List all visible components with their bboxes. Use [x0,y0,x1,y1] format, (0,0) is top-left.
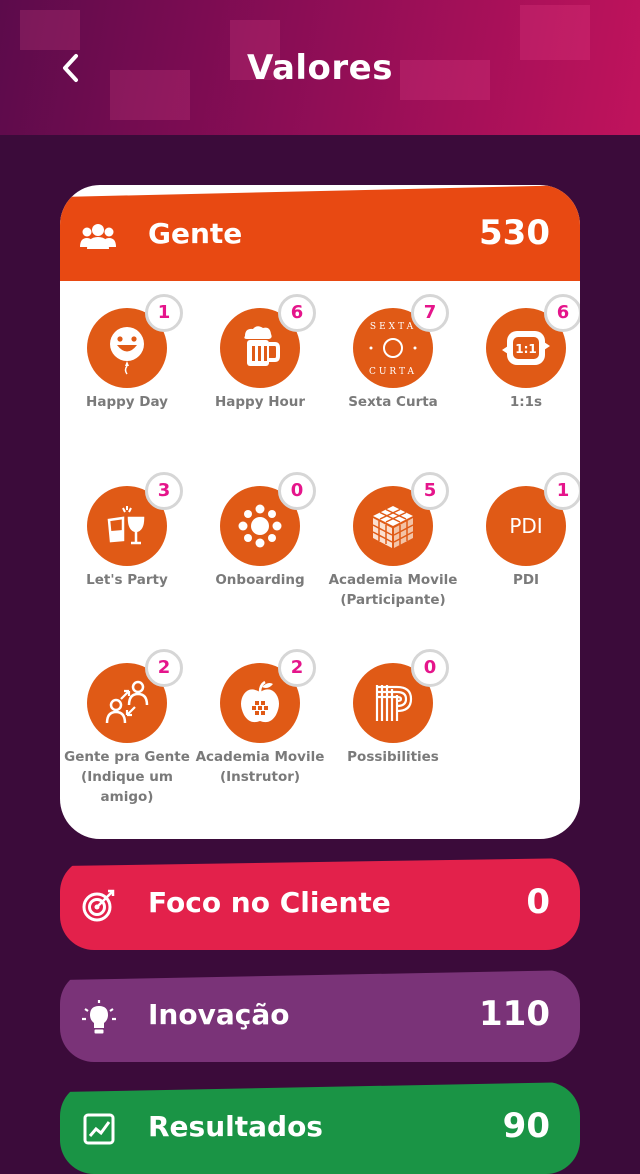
header-pattern [20,10,80,50]
badge-count: 6 [278,294,316,332]
badge-count: 0 [278,472,316,510]
badge-label: Onboarding [215,572,305,588]
badge-label: Let's Party [86,572,168,588]
users-icon [80,224,116,249]
badge-count: 0 [411,649,449,687]
badge-count: 7 [411,294,449,332]
lightbulb-icon [82,1000,116,1034]
category-foco-no-cliente[interactable]: Foco no Cliente 0 [60,858,580,950]
badge-label: PDI [512,572,540,588]
svg-text:SEXTA: SEXTA [370,322,416,332]
badge-label: Possibilities [347,749,439,765]
badge-label: Happy Day [86,394,168,410]
category-score: 0 [526,882,550,922]
category-title: Resultados [148,1110,323,1143]
target-icon [82,889,115,922]
badge-count: 2 [278,649,316,687]
category-score: 90 [502,1106,550,1146]
badge-count: 2 [145,649,183,687]
gente-card-header[interactable]: Gente 530 [60,185,580,281]
category-score: 110 [479,994,550,1034]
category-inovacao[interactable]: Inovação 110 [60,970,580,1062]
svg-text:CURTA: CURTA [369,367,417,377]
header-bar: Valores [0,0,640,135]
gente-card: Gente 530 1 Happy Day 6 Happy Hour SEXTA… [60,185,580,839]
category-title: Foco no Cliente [148,886,391,919]
category-title: Inovação [148,998,290,1031]
gente-score: 530 [479,213,550,253]
badge-label: Sexta Curta [348,394,438,410]
svg-text:1:1: 1:1 [515,342,537,356]
chart-icon [83,1113,115,1145]
gente-title: Gente [148,217,243,250]
badge-count: 3 [145,472,183,510]
badge-label: Academia Movile (Participante) [328,572,458,608]
badge-label: Happy Hour [214,394,306,410]
badge-label: Academia Movile (Instrutor) [195,749,325,785]
page-title: Valores [247,48,393,88]
badge-count: 5 [411,472,449,510]
badge-count: 1 [145,294,183,332]
badge-label: 1:1s [509,394,543,410]
badge-count: 1 [544,472,580,510]
badge-count: 6 [544,294,580,332]
badge-label: Gente pra Gente (Indique um amigo) [64,749,190,805]
category-resultados[interactable]: Resultados 90 [60,1082,580,1174]
pdi-icon-text: PDI [509,514,543,538]
